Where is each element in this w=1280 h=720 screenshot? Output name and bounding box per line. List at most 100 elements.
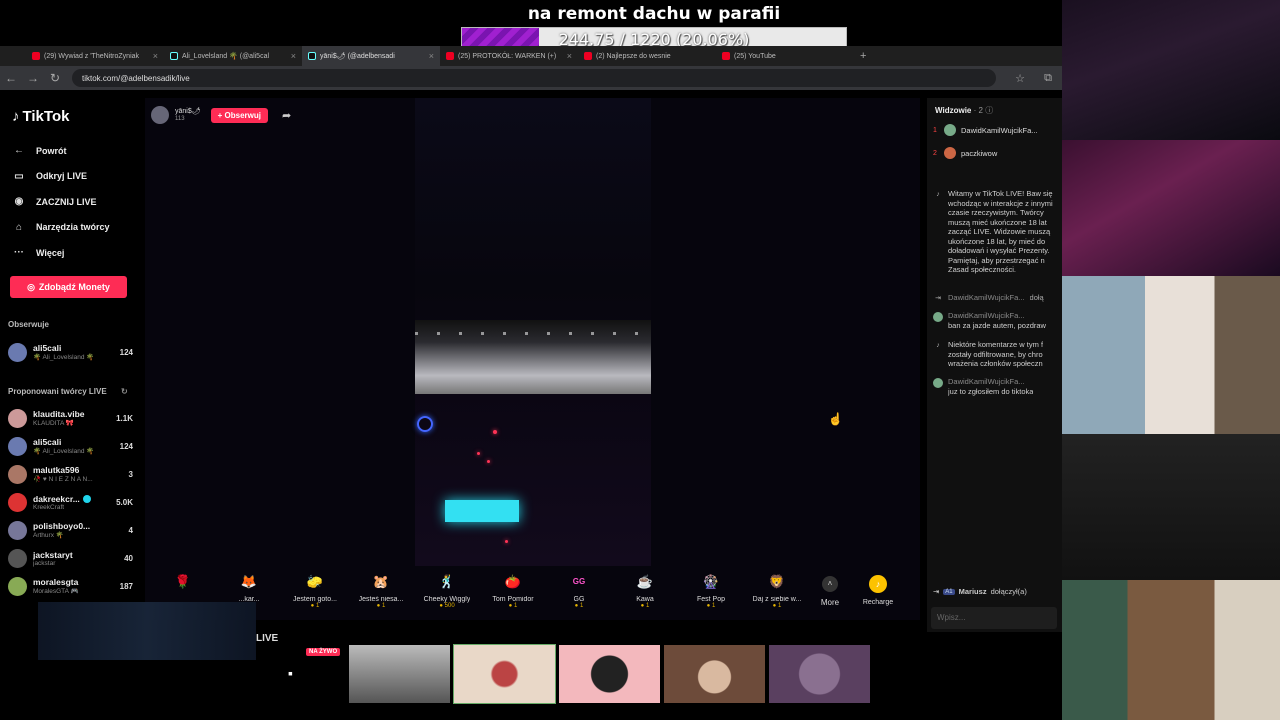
more-gifts-button[interactable]: ˄ More <box>810 568 850 618</box>
user-subtitle: jackstar <box>33 559 56 567</box>
suggested-creator[interactable]: klaudita.vibe KLAUDITA 🎀 1.1K <box>8 405 133 431</box>
browser-tab[interactable]: (25) PROTOKÓŁ: WARKEN (+) × <box>440 46 578 66</box>
following-user[interactable]: ali5cali 🌴 Ali_Lovelsland 🌴 124 <box>8 339 133 365</box>
user-name: polishboyo0... <box>33 521 91 531</box>
back-arrow-icon: ← <box>14 145 24 157</box>
gift-price: ● 1 <box>310 603 320 609</box>
gift-name: Jesteś niesa... <box>358 596 404 603</box>
refresh-icon[interactable]: ↻ <box>121 387 128 396</box>
streamer-name[interactable]: yāni$🌶 <box>175 108 201 116</box>
live-thumbnail[interactable] <box>559 645 660 703</box>
tab-label: Ali_Lovelsland 🌴 (@ali5cal <box>182 53 270 60</box>
suggested-creator[interactable]: moralesgta MoralesGTA 🎮 187 <box>8 573 133 599</box>
user-subtitle: Arthurx 🌴 <box>33 532 64 539</box>
browser-tab[interactable]: (25) YouTube <box>716 46 854 66</box>
gift-item[interactable]: ☕ Kawa ● 1 <box>612 568 678 618</box>
suggested-creator[interactable]: malutka596 🥀 ♥ N I E Z N A N... 3 <box>8 461 133 487</box>
suggested-creator[interactable]: ali5cali 🌴 Ali_Lovelsland 🌴 124 <box>8 433 133 459</box>
webcam-feed <box>1062 140 1280 276</box>
gift-icon: 🦊 <box>240 574 258 589</box>
avatar <box>8 408 27 428</box>
join-notification: ⇥ A1 Mariusz dołączył(a) <box>933 587 1061 596</box>
top-viewer-row[interactable]: 2 paczkiwow <box>933 147 1061 159</box>
sidebar-item-back[interactable]: ← Powrót <box>12 138 137 164</box>
suggested-creator[interactable]: jackstaryt jackstar 40 <box>8 545 133 571</box>
address-bar[interactable]: tiktok.com/@adelbensadik/live <box>72 69 996 87</box>
avatar <box>8 576 27 596</box>
gift-item[interactable]: 🐹 Jesteś niesa... ● 1 <box>348 568 414 618</box>
close-icon[interactable]: × <box>153 51 158 61</box>
gift-item[interactable]: 🧽 Jestem goto... ● 1 <box>282 568 348 618</box>
chat-input[interactable]: Wpisz... <box>931 607 1057 629</box>
sidebar-item-more[interactable]: ··· Więcej <box>12 240 137 266</box>
close-icon[interactable]: × <box>429 51 434 61</box>
new-tab-icon[interactable]: + <box>860 50 866 62</box>
tiktok-icon: ♪ <box>936 191 940 198</box>
tab-label: (25) PROTOKÓŁ: WARKEN (+) <box>458 52 557 60</box>
gift-item[interactable]: 🕺 Cheeky Wiggly ● 500 <box>414 568 480 618</box>
share-icon[interactable]: ➦ <box>282 109 291 122</box>
gift-item[interactable]: 🦁 Daj z siebie w... ● 1 <box>744 568 810 618</box>
screen: { "donation": {"title": "na remont dachu… <box>0 0 1280 720</box>
avatar <box>8 520 27 540</box>
sidebar-item-label: Odkryj LIVE <box>36 171 88 182</box>
browser-tab[interactable]: (2) Najlepsze do wesnie <box>578 46 716 66</box>
user-name: ali5cali <box>33 343 62 353</box>
stream-viewer-count: 113 <box>175 116 185 122</box>
chat-username: DawidKamilWujcikFa... <box>948 311 1025 320</box>
gift-price: ● 1 <box>772 603 782 609</box>
chat-text: dołą <box>1029 293 1044 302</box>
tiktok-logo[interactable]: ♪ TikTok <box>12 108 69 125</box>
tab-label: (29) Wywiad z 'TheNitroZyniak <box>44 52 140 60</box>
gift-item[interactable]: GG GG ● 1 <box>546 568 612 618</box>
live-thumbnail[interactable] <box>664 645 765 703</box>
gift-item[interactable]: 🎡 Fest Pop ● 1 <box>678 568 744 618</box>
streamer-avatar[interactable] <box>151 106 169 124</box>
chat-username: DawidKamilWujcikFa... <box>948 377 1025 386</box>
extensions-icon[interactable]: ⧉ <box>1034 72 1062 85</box>
close-icon[interactable]: × <box>567 51 572 61</box>
viewers-header[interactable]: Widzowie · 2 ⓘ <box>935 105 993 116</box>
user-subtitle: 🌴 Ali_Lovelsland 🌴 <box>33 354 95 361</box>
reload-icon[interactable]: ↻ <box>44 71 66 85</box>
viewer-count: 40 <box>124 553 133 563</box>
browser-toolbar: ← → ↻ tiktok.com/@adelbensadik/live ☆ ⧉ <box>0 66 1062 90</box>
donation-title: na remont dachu w parafii <box>527 4 781 24</box>
suggested-creator[interactable]: polishboyo0... Arthurx 🌴 4 <box>8 517 133 543</box>
viewer-count: 5.0K <box>116 497 133 507</box>
browser-tab[interactable]: Ali_Lovelsland 🌴 (@ali5cal × <box>164 46 302 66</box>
live-thumbnail[interactable] <box>349 645 450 703</box>
follow-button[interactable]: + Obserwuj <box>210 107 268 123</box>
sidebar-item-discover-live[interactable]: ▭ Odkryj LIVE <box>12 164 137 190</box>
viewer-name: paczkiwow <box>961 148 998 158</box>
live-thumbnail[interactable] <box>769 645 870 703</box>
bookmark-star-icon[interactable]: ☆ <box>1006 72 1034 85</box>
user-name: moralesgta <box>33 577 79 587</box>
gift-icon: 🦁 <box>768 574 786 589</box>
forward-icon[interactable]: → <box>22 71 44 85</box>
browser-tab[interactable]: (29) Wywiad z 'TheNitroZyniak × <box>26 46 164 66</box>
chat-system-message: ♪ Witamy w TikTok LIVE! Baw się wchodząc … <box>933 189 1061 275</box>
gift-item[interactable]: 🍅 Tom Pomidor ● 1 <box>480 568 546 618</box>
user-name: malutka596 <box>33 465 80 475</box>
live-thumbnail[interactable] <box>453 644 556 704</box>
sidebar-item-start-live[interactable]: ◉ ZACZNIJ LIVE <box>12 189 137 215</box>
live-thumbnail[interactable]: NA ŻYWO ▪ <box>244 645 345 703</box>
top-viewer-row[interactable]: 1 DawidKamilWujcikFa... <box>933 124 1061 136</box>
webcam-feed <box>1062 276 1280 434</box>
browser-tab-active[interactable]: yāni$🌶 (@adelbensadi × <box>302 46 440 66</box>
logo-text: TikTok <box>22 108 70 125</box>
sidebar-item-creator-tools[interactable]: ⌂ Narzędzia twórcy <box>12 215 137 241</box>
live-stream-stage[interactable]: yāni$🌶 113 + Obserwuj ➦ ☝ <box>145 98 920 620</box>
chat-message[interactable]: DawidKamilWujcikFa... ban za jazde autem,… <box>933 311 1061 330</box>
chat-message[interactable]: ⇥ DawidKamilWujcikFa... dołą <box>933 293 1061 304</box>
live-video[interactable] <box>415 98 651 566</box>
close-icon[interactable]: × <box>291 51 296 61</box>
suggested-creator[interactable]: dakreekcr... KreekCraft 5.0K <box>8 489 133 515</box>
chat-message[interactable]: DawidKamilWujcikFa... juz to zgłosiłem do… <box>933 377 1061 396</box>
get-coins-button[interactable]: ◎ Zdobądź Monety <box>10 276 127 298</box>
avatar <box>933 378 943 388</box>
recharge-button[interactable]: ♪ Recharge <box>850 568 906 618</box>
avatar <box>8 436 27 456</box>
back-icon[interactable]: ← <box>0 71 22 85</box>
